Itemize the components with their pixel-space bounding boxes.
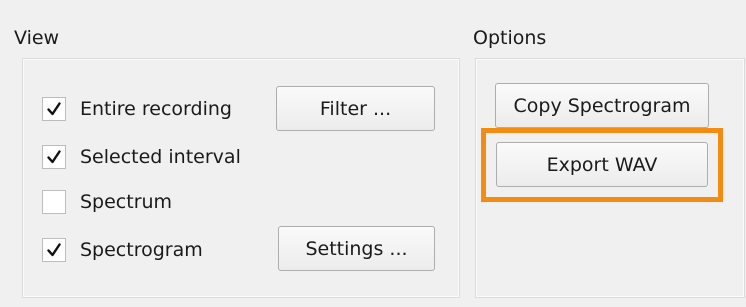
selected-interval-checkbox-row[interactable]: Selected interval: [42, 142, 241, 172]
copy-spectrogram-button[interactable]: Copy Spectrogram: [495, 83, 709, 128]
check-icon: [47, 102, 61, 116]
entire-recording-checkbox-row[interactable]: Entire recording: [42, 94, 232, 124]
spectrum-label: Spectrum: [80, 191, 173, 213]
spectrogram-label: Spectrogram: [80, 239, 203, 261]
options-group-title: Options: [473, 27, 547, 49]
entire-recording-label: Entire recording: [80, 98, 232, 120]
selected-interval-checkbox[interactable]: [42, 145, 66, 169]
selected-interval-label: Selected interval: [80, 146, 241, 168]
check-icon: [47, 243, 61, 257]
export-wav-button[interactable]: Export WAV: [496, 142, 708, 187]
spectrogram-checkbox[interactable]: [42, 238, 66, 262]
spectrogram-checkbox-row[interactable]: Spectrogram: [42, 235, 203, 265]
view-group-title: View: [14, 27, 60, 49]
entire-recording-checkbox[interactable]: [42, 97, 66, 121]
check-icon: [47, 150, 61, 164]
spectrum-checkbox[interactable]: [42, 190, 66, 214]
spectrum-checkbox-row[interactable]: Spectrum: [42, 187, 172, 217]
settings-button[interactable]: Settings ...: [278, 226, 435, 271]
filter-button[interactable]: Filter ...: [276, 86, 435, 131]
